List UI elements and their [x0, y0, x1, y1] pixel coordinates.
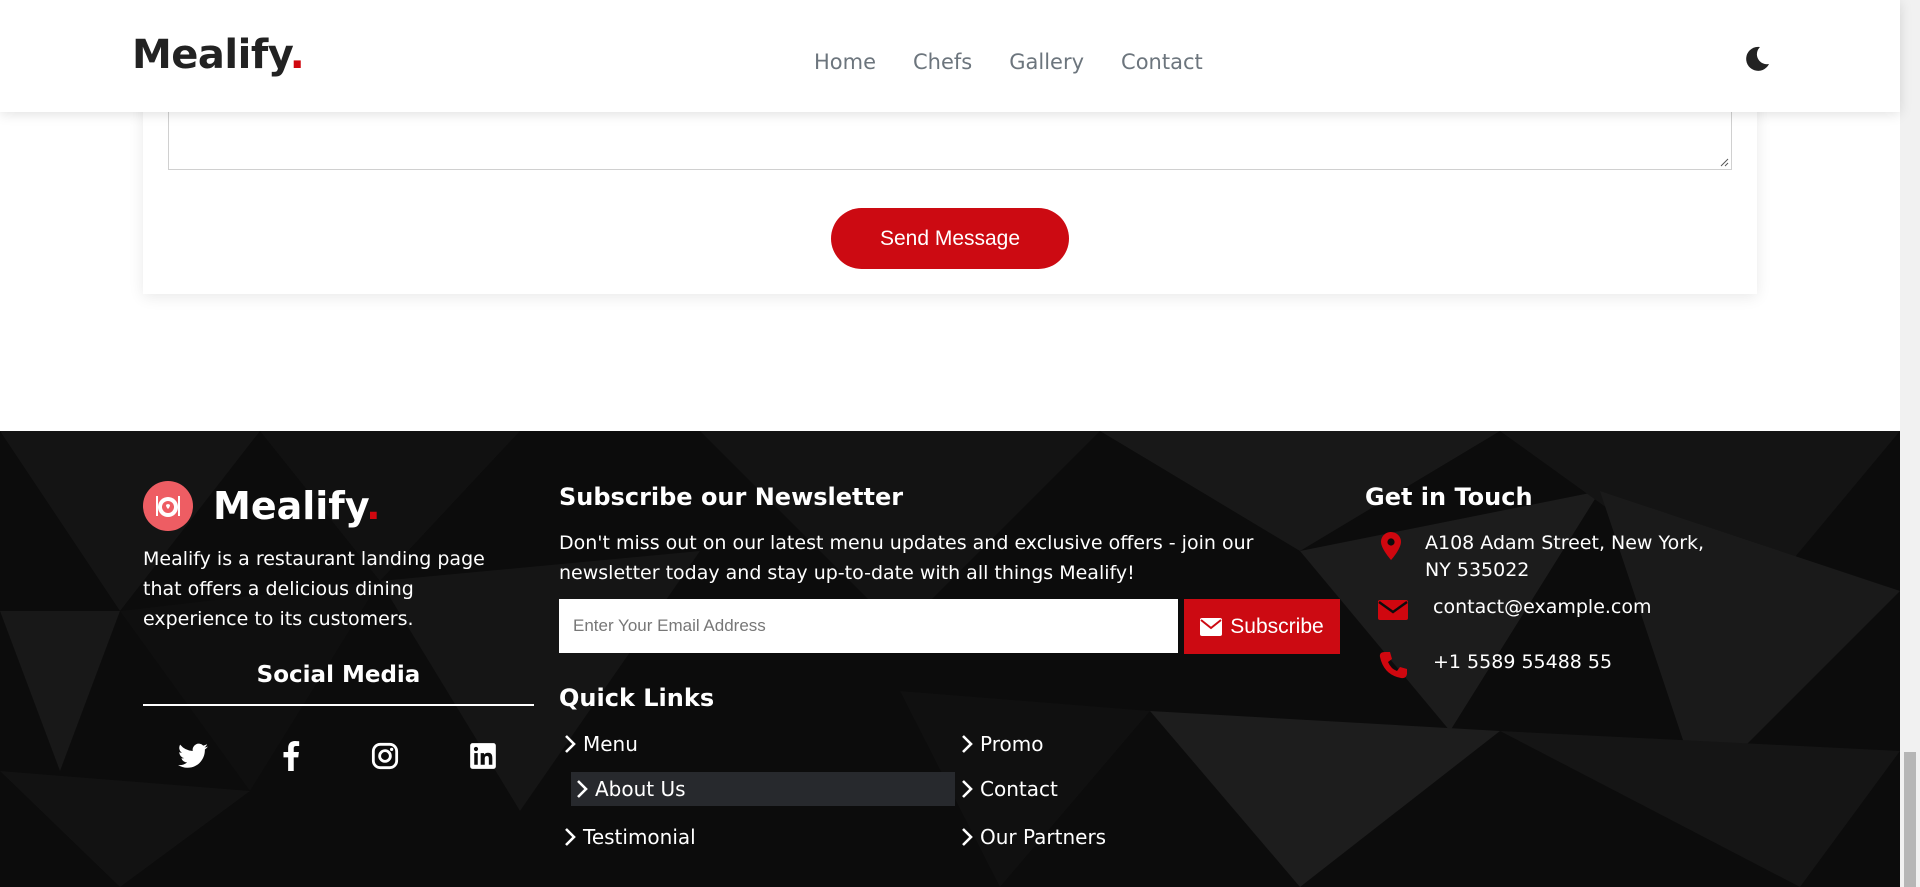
- send-message-button[interactable]: Send Message: [831, 208, 1069, 269]
- footer: Mealify. Mealify is a restaurant landing…: [0, 431, 1900, 887]
- quick-link-contact[interactable]: Contact: [960, 772, 1058, 806]
- nav-chefs-link[interactable]: Chefs: [913, 50, 972, 74]
- social-media-heading: Social Media: [256, 662, 421, 688]
- quick-link-menu[interactable]: Menu: [563, 727, 638, 761]
- chevron-right-icon: [565, 828, 576, 846]
- subscribe-button[interactable]: Subscribe: [1184, 599, 1340, 654]
- nav-gallery-link[interactable]: Gallery: [1009, 50, 1084, 74]
- moon-icon[interactable]: [1742, 44, 1772, 74]
- envelope-icon: [1378, 600, 1408, 620]
- linkedin-icon[interactable]: [467, 740, 499, 772]
- scrollbar-thumb[interactable]: [1904, 752, 1916, 887]
- quick-link-our-partners[interactable]: Our Partners: [960, 820, 1106, 854]
- chevron-right-icon: [577, 780, 588, 798]
- email-text[interactable]: contact@example.com: [1433, 594, 1652, 626]
- facebook-icon[interactable]: [275, 740, 307, 772]
- contact-form-card: Send Message: [143, 90, 1757, 294]
- twitter-icon[interactable]: [177, 740, 209, 772]
- email-row: contact@example.com: [1377, 594, 1652, 626]
- quick-link-testimonial[interactable]: Testimonial: [563, 820, 696, 854]
- quick-link-about-us[interactable]: About Us: [571, 772, 955, 806]
- footer-about-text: Mealify is a restaurant landing page tha…: [143, 548, 485, 630]
- social-icons: [143, 740, 534, 780]
- main-nav: Home Chefs Gallery Contact: [814, 50, 1203, 74]
- navbar: Mealify. Home Chefs Gallery Contact: [0, 0, 1900, 112]
- chevron-right-icon: [565, 735, 576, 753]
- nav-contact-link[interactable]: Contact: [1121, 50, 1203, 74]
- resize-handle-icon[interactable]: [1719, 157, 1729, 167]
- get-in-touch-heading: Get in Touch: [1365, 483, 1533, 511]
- map-pin-icon: [1381, 532, 1401, 560]
- chevron-right-icon: [962, 828, 973, 846]
- brand-logo[interactable]: Mealify.: [132, 32, 305, 78]
- chevron-right-icon: [962, 735, 973, 753]
- newsletter-heading: Subscribe our Newsletter: [559, 483, 904, 511]
- phone-icon: [1379, 652, 1407, 679]
- footer-logo[interactable]: Mealify.: [143, 481, 381, 531]
- plate-icon: [143, 481, 193, 531]
- address-row: A108 Adam Street, New York, NY 535022: [1375, 530, 1735, 584]
- subscribe-label: Subscribe: [1230, 614, 1324, 638]
- address-text: A108 Adam Street, New York, NY 535022: [1425, 532, 1705, 581]
- newsletter-email-input[interactable]: [559, 599, 1178, 653]
- page-scrollbar[interactable]: [1900, 0, 1920, 887]
- footer-brand-name: Mealify.: [213, 484, 381, 528]
- social-divider: [143, 704, 534, 706]
- envelope-icon: [1200, 617, 1223, 636]
- quick-link-promo[interactable]: Promo: [960, 727, 1043, 761]
- newsletter-description: Don't miss out on our latest menu update…: [559, 532, 1254, 584]
- phone-row: +1 5589 55488 55: [1377, 649, 1612, 681]
- phone-text[interactable]: +1 5589 55488 55: [1433, 649, 1612, 681]
- instagram-icon[interactable]: [369, 740, 401, 772]
- chevron-right-icon: [962, 780, 973, 798]
- nav-home-link[interactable]: Home: [814, 50, 876, 74]
- quick-links-heading: Quick Links: [559, 684, 715, 712]
